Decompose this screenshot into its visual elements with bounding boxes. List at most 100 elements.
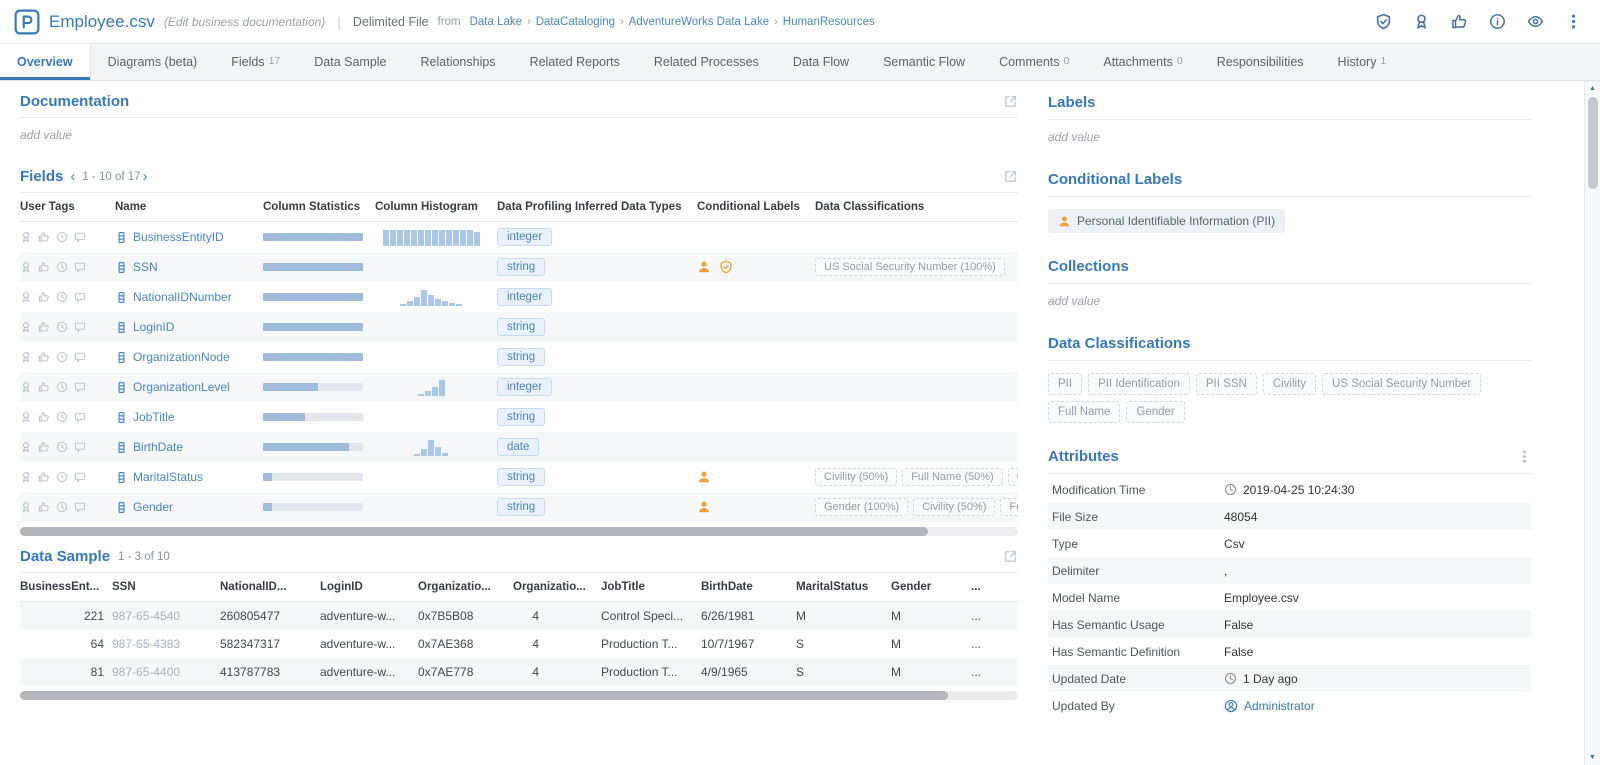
labels-placeholder[interactable]: add value (1048, 120, 1532, 158)
data-classification-chip[interactable]: Full Name (1048, 401, 1120, 423)
sample-row[interactable]: 221987-65-4540260805477adventure-w...0x7… (20, 602, 1018, 630)
data-classification-chip[interactable]: PII SSN (1196, 373, 1257, 395)
scroll-up-arrow-icon[interactable]: ▲ (1589, 81, 1596, 96)
user-tags[interactable] (20, 351, 115, 363)
kebab-icon[interactable] (1565, 13, 1582, 30)
classification-chip[interactable]: Full Name (50%) (902, 468, 1003, 486)
fields-row-birthdate[interactable]: BirthDatedate (20, 432, 1018, 462)
user-tags[interactable] (20, 231, 115, 243)
user-tags[interactable] (20, 471, 115, 483)
edit-documentation-hint[interactable]: (Edit business documentation) (164, 15, 325, 29)
field-name-link[interactable]: OrganizationLevel (115, 380, 263, 394)
sample-row[interactable]: 81987-65-4400413787783adventure-w...0x7A… (20, 658, 1018, 686)
tab-comments[interactable]: Comments0 (982, 44, 1086, 80)
field-name-link[interactable]: MaritalStatus (115, 470, 263, 484)
fields-row-businessentityid[interactable]: BusinessEntityIDinteger (20, 222, 1018, 252)
attributes-kebab-icon[interactable] (1517, 449, 1532, 464)
tab-related-reports[interactable]: Related Reports (513, 44, 637, 80)
field-name-link[interactable]: JobTitle (115, 410, 263, 424)
breadcrumb-link[interactable]: Data Lake (470, 16, 522, 28)
fields-row-ssn[interactable]: SSNstringUS Social Security Number (100%… (20, 252, 1018, 282)
field-name-link[interactable]: LoginID (115, 320, 263, 334)
user-tags[interactable] (20, 381, 115, 393)
classification-chip[interactable]: US Social Security Number (100%) (815, 258, 1005, 276)
shield-check-icon[interactable] (1375, 13, 1392, 30)
classification-chip[interactable]: Civility (50%) (913, 498, 995, 516)
sample-cell: adventure-w... (320, 637, 418, 651)
collections-placeholder[interactable]: add value (1048, 284, 1532, 322)
attribute-value[interactable]: Administrator (1224, 699, 1524, 713)
field-name-link[interactable]: BirthDate (115, 440, 263, 454)
clock-icon (1224, 483, 1237, 496)
data-sample-expand-icon[interactable] (1003, 549, 1018, 564)
breadcrumb-link[interactable]: AdventureWorks Data Lake (629, 16, 769, 28)
fields-row-organizationnode[interactable]: OrganizationNodestring (20, 342, 1018, 372)
fields-row-loginid[interactable]: LoginIDstring (20, 312, 1018, 342)
tab-data-sample[interactable]: Data Sample (297, 44, 403, 80)
user-tags[interactable] (20, 501, 115, 513)
user-tags[interactable] (20, 321, 115, 333)
sample-row[interactable]: 64987-65-4383582347317adventure-w...0x7A… (20, 630, 1018, 658)
fields-row-organizationlevel[interactable]: OrganizationLevelinteger (20, 372, 1018, 402)
medal-icon[interactable] (1413, 13, 1430, 30)
sample-cell: 6/26/1981 (701, 609, 796, 623)
sample-hscrollbar-thumb[interactable] (20, 691, 948, 700)
user-tags[interactable] (20, 261, 115, 273)
data-classification-chip[interactable]: Gender (1126, 401, 1184, 423)
field-name-link[interactable]: Gender (115, 500, 263, 514)
classification-chip[interactable]: Civility (50%) (815, 468, 897, 486)
tab-fields[interactable]: Fields17 (214, 44, 297, 80)
medal-icon (20, 321, 32, 333)
user-tags[interactable] (20, 441, 115, 453)
field-name-link[interactable]: BusinessEntityID (115, 230, 263, 244)
data-classification-chip[interactable]: US Social Security Number (1322, 373, 1481, 395)
fields-row-nationalidnumber[interactable]: NationalIDNumberinteger (20, 282, 1018, 312)
fields-hscrollbar[interactable] (20, 527, 1018, 536)
classification-chip[interactable]: Gender (100%) (815, 498, 908, 516)
tab-data-flow[interactable]: Data Flow (776, 44, 866, 80)
documentation-expand-icon[interactable] (1003, 94, 1018, 109)
thumbs-up-icon (38, 321, 50, 333)
field-name-link[interactable]: SSN (115, 260, 263, 274)
column-statistics-bar (263, 443, 363, 451)
eye-icon[interactable] (1527, 13, 1544, 30)
vertical-scrollbar-thumb[interactable] (1588, 97, 1598, 189)
data-classification-chip[interactable]: PII Identification (1088, 373, 1190, 395)
data-classification-chip[interactable]: PII (1048, 373, 1082, 395)
tab-attachments[interactable]: Attachments0 (1086, 44, 1199, 80)
sample-column-header: LoginID (320, 581, 418, 593)
info-icon[interactable] (1489, 13, 1506, 30)
scroll-down-arrow-icon[interactable]: ▼ (1589, 750, 1596, 765)
field-name-link[interactable]: OrganizationNode (115, 350, 263, 364)
fields-row-maritalstatus[interactable]: MaritalStatusstringCivility (50%)Full Na… (20, 462, 1018, 492)
fields-hscrollbar-thumb[interactable] (20, 527, 928, 536)
breadcrumb-link[interactable]: DataCataloging (536, 16, 615, 28)
documentation-placeholder[interactable]: add value (20, 118, 1018, 156)
user-tags[interactable] (20, 411, 115, 423)
data-classification-chip[interactable]: Civility (1263, 373, 1316, 395)
classification-chip[interactable]: Fu (1000, 498, 1018, 516)
tab-history[interactable]: History1 (1321, 44, 1404, 80)
medal-icon (20, 351, 32, 363)
comment-icon (74, 381, 86, 393)
tab-related-processes[interactable]: Related Processes (637, 44, 776, 80)
breadcrumb-link[interactable]: HumanResources (783, 16, 875, 28)
fields-next-page-chevron[interactable]: › (143, 169, 148, 184)
tab-semantic-flow[interactable]: Semantic Flow (866, 44, 982, 80)
vertical-scrollbar[interactable]: ▲ ▼ (1584, 81, 1600, 765)
fields-expand-icon[interactable] (1003, 169, 1018, 184)
tab-overview[interactable]: Overview (0, 44, 91, 80)
thumbs-up-icon[interactable] (1451, 13, 1468, 30)
fields-row-gender[interactable]: GenderstringGender (100%)Civility (50%)F… (20, 492, 1018, 522)
app-logo-icon[interactable] (14, 9, 40, 35)
tab-diagrams-beta[interactable]: Diagrams (beta) (91, 44, 215, 80)
tab-responsibilities[interactable]: Responsibilities (1200, 44, 1321, 80)
tab-relationships[interactable]: Relationships (404, 44, 513, 80)
fields-prev-page-chevron[interactable]: ‹ (70, 169, 75, 184)
fields-row-jobtitle[interactable]: JobTitlestring (20, 402, 1018, 432)
classification-chip[interactable]: C (1008, 468, 1018, 486)
user-tags[interactable] (20, 291, 115, 303)
conditional-label-chip[interactable]: Personal Identifiable Information (PII) (1048, 209, 1285, 233)
sample-hscrollbar[interactable] (20, 691, 1018, 700)
field-name-link[interactable]: NationalIDNumber (115, 290, 263, 304)
